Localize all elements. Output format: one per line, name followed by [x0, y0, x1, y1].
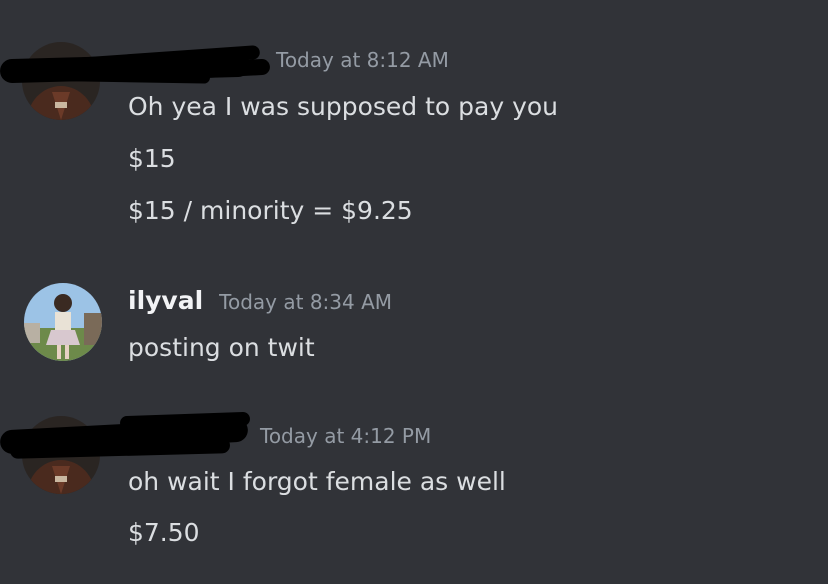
timestamp[interactable]: Today at 8:34 AM — [219, 290, 392, 314]
message-header: ilyval Today at 8:34 AM — [128, 286, 392, 315]
timestamp[interactable]: Today at 4:12 PM — [260, 424, 431, 448]
message-text: $15 / minority = $9.25 — [128, 196, 413, 225]
message-text: $7.50 — [128, 518, 200, 547]
message-text: posting on twit — [128, 333, 315, 362]
message-text: $15 — [128, 144, 176, 173]
message-text: oh wait I forgot female as well — [128, 467, 506, 496]
user-avatar[interactable] — [24, 283, 102, 361]
timestamp[interactable]: Today at 8:12 AM — [276, 48, 449, 72]
username[interactable]: ilyval — [128, 286, 203, 315]
message-text: Oh yea I was supposed to pay you — [128, 92, 559, 121]
